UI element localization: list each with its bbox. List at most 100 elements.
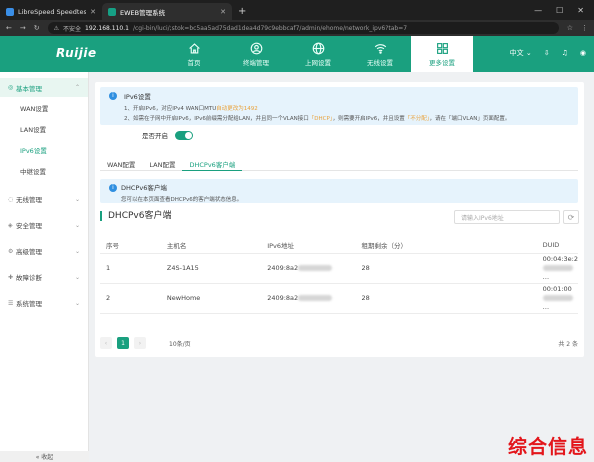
window-controls: — ☐ ✕ — [524, 6, 594, 20]
settings-icon: ⚙ — [8, 247, 14, 255]
redacted-block — [298, 265, 333, 271]
cell-lease: 28 — [341, 253, 423, 284]
cell-hostname: NewHome — [126, 283, 223, 314]
reload-icon[interactable]: ↻ — [34, 24, 40, 32]
close-window-icon[interactable]: ✕ — [577, 6, 584, 15]
info-icon: i — [109, 92, 117, 100]
dhcpv6-client-table: 序号 主机名 IPv6地址 租期剩余（分） DUID 1 Z4S-1A15 24… — [100, 237, 578, 314]
url-host: 192.168.110.1 — [85, 24, 129, 32]
nav-wireless-settings[interactable]: 无线设置 — [349, 36, 411, 72]
chevron-down-icon: ⌄ — [74, 195, 80, 203]
account-icon[interactable]: ◉ — [580, 49, 586, 57]
app-header: Ruijie 首页 终端管理 上网设置 无线设置 更多设置 中文 ⌄ ⇩ ♫ ◉ — [0, 36, 594, 72]
ipv6-enable-toggle[interactable] — [175, 130, 193, 140]
back-icon[interactable]: ← — [6, 24, 12, 32]
ipv6-prefix: 2409:8a2 — [267, 294, 299, 302]
duid-prefix: 00:01:00 — [542, 284, 572, 293]
sidebar-group-label: 基本管理 — [16, 84, 42, 93]
user-icon — [250, 42, 262, 54]
nav-terminal-management[interactable]: 终端管理 — [225, 36, 287, 72]
close-tab-icon[interactable]: ✕ — [90, 8, 96, 16]
redacted-block — [542, 264, 573, 271]
table-row: 2 NewHome 2409:8a2 28 00:01:00… — [100, 283, 578, 314]
minimize-icon[interactable]: — — [534, 6, 542, 15]
sidebar-collapse-button[interactable]: « 收起 — [0, 451, 89, 462]
download-icon[interactable]: ⇩ — [544, 49, 550, 57]
sidebar-item-ipv6[interactable]: IPv6设置 — [0, 139, 88, 160]
ipv6-notice: i IPv6设置 1、开启IPv6，对应IPv4 WAN口MTU自动更改为149… — [100, 87, 578, 125]
page-1-button[interactable]: 1 — [117, 337, 129, 349]
sidebar: ◎ 基本管理 ⌃ WAN设置 LAN设置 IPv6设置 中继设置 ◌ 无线管理 … — [0, 72, 89, 462]
next-page-button[interactable]: › — [134, 337, 146, 349]
search-input[interactable]: 请输入IPv6地址 — [454, 210, 560, 224]
sidebar-group-label: 系统管理 — [16, 300, 42, 308]
menu-icon[interactable]: ⋮ — [581, 24, 588, 32]
forward-icon[interactable]: → — [20, 24, 26, 32]
sidebar-group-system[interactable]: ☰ 系统管理 ⌄ — [0, 290, 88, 316]
sidebar-item-relay[interactable]: 中继设置 — [0, 160, 88, 181]
system-icon: ☰ — [8, 299, 14, 307]
col-lease: 租期剩余（分） — [341, 237, 423, 254]
notice-line-2: 2、如需在子网中开启IPv6，IPv6前缀需分配给LAN，并且同一个VLAN接口… — [124, 114, 578, 122]
page-size-select[interactable]: 10条/页 — [169, 339, 191, 348]
sidebar-item-lan[interactable]: LAN设置 — [0, 118, 88, 139]
notice-title: DHCPv6客户端 — [121, 184, 167, 192]
prev-page-button[interactable]: ‹ — [100, 337, 112, 349]
sidebar-group-diagnose[interactable]: ✚ 故障诊断 ⌄ — [0, 264, 88, 290]
cell-ipv6: 2409:8a2 — [222, 283, 342, 314]
main-nav: 首页 终端管理 上网设置 无线设置 更多设置 — [163, 36, 473, 72]
main-content: i IPv6设置 1、开启IPv6，对应IPv4 WAN口MTU自动更改为149… — [89, 72, 594, 462]
sidebar-group-label: 高级管理 — [16, 248, 42, 256]
sidebar-group-label: 无线管理 — [16, 196, 42, 204]
bookmark-icon[interactable]: ☆ — [567, 24, 573, 32]
sidebar-group-basic[interactable]: ◎ 基本管理 ⌃ — [0, 78, 88, 97]
security-warning-icon[interactable]: ⚠ — [54, 25, 59, 32]
col-hostname: 主机名 — [126, 237, 223, 254]
ipv6-subtabs: WAN配置 LAN配置 DHCPv6客户端 — [100, 157, 578, 171]
duid-suffix: … — [542, 272, 550, 281]
cell-hostname: Z4S-1A15 — [126, 253, 223, 284]
notice-line-1: 1、开启IPv6，对应IPv4 WAN口MTU自动更改为1492 — [124, 104, 578, 112]
tab-lan-config[interactable]: LAN配置 — [142, 157, 182, 171]
browser-tab-eweb[interactable]: EWEB管理系统 ✕ — [102, 3, 232, 20]
browser-tab-speedtest[interactable]: LibreSpeed Speedtest ✕ — [0, 3, 102, 20]
cell-duid: 00:01:00 … — [422, 283, 578, 314]
tab-wan-config[interactable]: WAN配置 — [100, 157, 142, 171]
sidebar-group-advanced[interactable]: ⚙ 高级管理 ⌄ — [0, 238, 88, 264]
close-tab-icon[interactable]: ✕ — [220, 8, 226, 16]
table-header-row: 序号 主机名 IPv6地址 租期剩余（分） DUID — [100, 237, 578, 254]
shield-icon: ◈ — [8, 221, 13, 229]
nav-more-settings[interactable]: 更多设置 — [411, 36, 473, 72]
notice-title: IPv6设置 — [124, 93, 151, 101]
language-select[interactable]: 中文 ⌄ — [510, 48, 532, 58]
ipv6-enable-row: 是否开启 — [142, 130, 193, 140]
col-ipv6: IPv6地址 — [222, 237, 342, 254]
chevron-down-icon: ⌄ — [74, 221, 80, 229]
url-path: /cgi-bin/luci/;stok=bc5aa5ad75dad1dea4d7… — [132, 24, 408, 32]
address-bar[interactable]: ⚠ 不安全 192.168.110.1 /cgi-bin/luci/;stok=… — [47, 22, 559, 34]
cell-ipv6: 2409:8a2 — [222, 253, 342, 284]
cell-lease: 28 — [341, 283, 423, 314]
brand-logo: Ruijie — [56, 46, 97, 60]
tab-dhcpv6-client[interactable]: DHCPv6客户端 — [182, 157, 243, 171]
nav-home[interactable]: 首页 — [163, 36, 225, 72]
notification-icon[interactable]: ♫ — [562, 49, 568, 57]
notice-highlight: 自动更改为1492 — [216, 106, 258, 112]
sidebar-group-wireless[interactable]: ◌ 无线管理 ⌄ — [0, 186, 88, 212]
duid-suffix: … — [542, 302, 550, 311]
sidebar-item-wan[interactable]: WAN设置 — [0, 97, 88, 118]
chevron-up-icon: ⌃ — [74, 84, 80, 91]
browser-tabbar: LibreSpeed Speedtest ✕ EWEB管理系统 ✕ + — ☐ … — [0, 0, 594, 20]
security-label: 不安全 — [63, 25, 82, 33]
new-tab-button[interactable]: + — [232, 6, 252, 20]
sidebar-group-security[interactable]: ◈ 安全管理 ⌄ — [0, 212, 88, 238]
grid-icon — [436, 42, 448, 54]
tab-title: EWEB管理系统 — [120, 8, 166, 17]
refresh-button[interactable]: ⟳ — [563, 210, 579, 224]
notice-text: 1、开启IPv6，对应IPv4 WAN口MTU — [124, 106, 217, 112]
nav-label: 更多设置 — [429, 58, 455, 67]
info-icon: i — [109, 184, 117, 192]
nav-internet-settings[interactable]: 上网设置 — [287, 36, 349, 72]
sidebar-group-label: 故障诊断 — [16, 274, 42, 282]
maximize-icon[interactable]: ☐ — [556, 6, 563, 15]
